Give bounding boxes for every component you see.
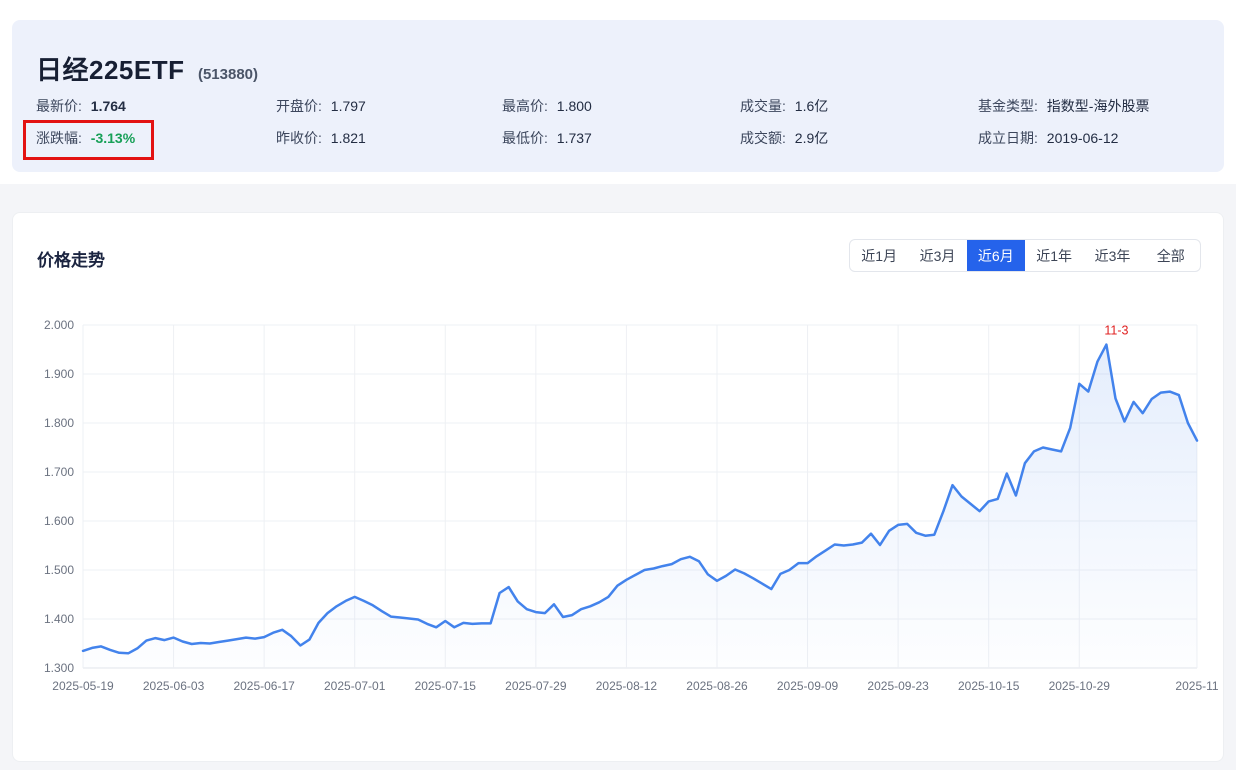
svg-text:1.600: 1.600 <box>44 514 74 528</box>
stat-change-percent: 涨跌幅: -3.13% <box>36 129 135 147</box>
fund-code: (513880) <box>198 66 258 83</box>
chart-canvas: 2.000 1.900 1.800 1.700 1.600 1.500 1.400 1.300… <box>13 213 1224 762</box>
svg-text:1.700: 1.700 <box>44 465 74 479</box>
fund-summary-card: 日经225ETF (513880) 最新价: 1.764 涨跌幅: -3.13%… <box>12 20 1224 172</box>
svg-text:2025-08-26: 2025-08-26 <box>686 679 748 693</box>
svg-text:2.000: 2.000 <box>44 318 74 332</box>
svg-text:2025-09-23: 2025-09-23 <box>867 679 929 693</box>
svg-text:2025-11: 2025-11 <box>1175 679 1218 693</box>
fund-title-row: 日经225ETF (513880) <box>36 50 258 87</box>
svg-text:2025-07-01: 2025-07-01 <box>324 679 386 693</box>
svg-text:1.800: 1.800 <box>44 416 74 430</box>
fund-name: 日经225ETF <box>36 55 185 85</box>
price-trend-card: 价格走势 近1月 近3月 近6月 近1年 近3年 全部 2.0001.9001.… <box>12 212 1224 762</box>
svg-text:2025-08-12: 2025-08-12 <box>596 679 658 693</box>
svg-text:2025-06-17: 2025-06-17 <box>233 679 295 693</box>
svg-text:2025-10-29: 2025-10-29 <box>1049 679 1111 693</box>
stat-low-price: 最低价: 1.737 <box>502 129 592 147</box>
svg-text:1.300: 1.300 <box>44 661 74 675</box>
svg-text:2025-05-19: 2025-05-19 <box>52 679 114 693</box>
svg-text:2025-09-09: 2025-09-09 <box>777 679 839 693</box>
svg-text:2025-10-15: 2025-10-15 <box>958 679 1020 693</box>
stat-turnover: 成交额: 2.9亿 <box>740 129 828 147</box>
stat-latest-price: 最新价: 1.764 <box>36 97 126 115</box>
stat-volume: 成交量: 1.6亿 <box>740 97 828 115</box>
svg-text:1.900: 1.900 <box>44 367 74 381</box>
svg-text:2025-07-29: 2025-07-29 <box>505 679 567 693</box>
stat-high-price: 最高价: 1.800 <box>502 97 592 115</box>
stat-open-price: 开盘价: 1.797 <box>276 97 366 115</box>
svg-text:1.400: 1.400 <box>44 612 74 626</box>
svg-text:11-3: 11-3 <box>1104 324 1128 338</box>
svg-text:1.500: 1.500 <box>44 563 74 577</box>
stat-fund-type: 基金类型: 指数型-海外股票 <box>978 97 1149 115</box>
stat-inception-date: 成立日期: 2019-06-12 <box>978 129 1118 147</box>
svg-text:2025-07-15: 2025-07-15 <box>415 679 477 693</box>
svg-text:2025-06-03: 2025-06-03 <box>143 679 205 693</box>
stat-prev-close: 昨收价: 1.821 <box>276 129 366 147</box>
price-chart[interactable]: 2.000 1.900 1.800 1.700 1.600 1.500 1.400 1.300… <box>13 213 1224 762</box>
